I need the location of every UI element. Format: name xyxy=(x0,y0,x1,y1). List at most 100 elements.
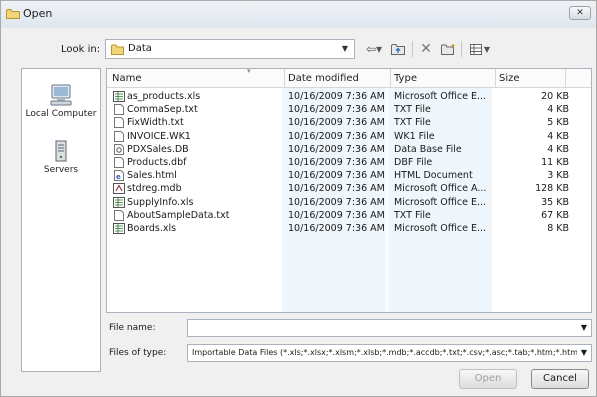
file-row[interactable]: FixWidth.txt 10/16/2009 7:36 AM TXT File 5 … xyxy=(107,116,591,129)
file-type: HTML Document xyxy=(394,170,473,182)
column-header-date[interactable]: Date modified xyxy=(284,69,390,88)
file-name: PDXSales.DB xyxy=(127,143,189,155)
column-header-name[interactable]: Name xyxy=(107,69,284,88)
column-header-label: Date modified xyxy=(288,73,359,84)
cancel-button-label: Cancel xyxy=(543,373,577,384)
file-type-value: Importable Data Files (*.xls;*.xlsx;*.xl… xyxy=(192,348,577,357)
file-date: 10/16/2009 7:36 AM xyxy=(288,143,385,155)
file-row[interactable]: e Sales.html 10/16/2009 7:36 AM HTML Docume… xyxy=(107,169,591,182)
file-name: SupplyInfo.xls xyxy=(127,196,194,208)
file-name: stdreg.mdb xyxy=(127,183,182,195)
file-size: 67 KB xyxy=(541,209,569,221)
file-name: Products.dbf xyxy=(127,157,187,168)
up-folder-button[interactable] xyxy=(389,39,407,59)
excel-file-icon xyxy=(113,91,125,102)
generic-file-icon xyxy=(113,130,125,142)
file-row[interactable]: INVOICE.WK1 10/16/2009 7:36 AM WK1 File 4 K… xyxy=(107,130,591,143)
file-row[interactable]: Boards.xls 10/16/2009 7:36 AM Microsoft Of… xyxy=(107,222,591,235)
file-row[interactable]: PDXSales.DB 10/16/2009 7:36 AM Data Base F… xyxy=(107,143,591,156)
file-size: 3 KB xyxy=(547,170,569,182)
file-type: TXT File xyxy=(394,104,431,116)
sort-arrow-icon: ▾ xyxy=(247,68,251,75)
file-name-label: File name: xyxy=(109,323,156,333)
computer-icon xyxy=(50,84,72,106)
up-folder-icon xyxy=(391,44,405,55)
database-file-icon xyxy=(113,143,125,155)
file-name: CommaSep.txt xyxy=(127,104,198,116)
place-label: Servers xyxy=(43,165,79,175)
close-button[interactable]: ✕ xyxy=(569,6,591,20)
toolbar-separator xyxy=(412,41,413,57)
file-name: Sales.html xyxy=(127,170,177,182)
place-local-computer[interactable]: Local Computer xyxy=(22,83,100,119)
look-in-value: Data xyxy=(128,43,152,54)
svg-text:e: e xyxy=(116,173,121,181)
file-size: 4 KB xyxy=(547,143,569,155)
text-file-icon xyxy=(113,104,125,116)
column-header-empty xyxy=(565,69,591,88)
open-dialog: Open ✕ Look in: Data ▼ ⇦▾ ✕ ▼ Local Comp… xyxy=(0,0,597,397)
file-row[interactable]: SupplyInfo.xls 10/16/2009 7:36 AM Microsof… xyxy=(107,196,591,209)
access-file-icon xyxy=(113,183,125,195)
column-header-size[interactable]: Size xyxy=(495,69,565,88)
column-header-label: Name xyxy=(112,73,142,84)
file-type-dropdown[interactable]: Importable Data Files (*.xls;*.xlsx;*.xl… xyxy=(187,344,592,362)
file-row[interactable]: CommaSep.txt 10/16/2009 7:36 AM TXT File 4 … xyxy=(107,103,591,116)
new-folder-icon xyxy=(440,44,454,55)
text-file-icon xyxy=(113,117,125,129)
chevron-down-icon[interactable]: ▼ xyxy=(581,348,587,357)
file-row[interactable]: stdreg.mdb 10/16/2009 7:36 AM Microsoft Of… xyxy=(107,182,591,195)
place-servers[interactable]: Servers xyxy=(22,139,100,175)
file-size: 5 KB xyxy=(547,117,569,129)
file-date: 10/16/2009 7:36 AM xyxy=(288,209,385,221)
file-date: 10/16/2009 7:36 AM xyxy=(288,183,385,195)
file-type: TXT File xyxy=(394,117,431,129)
file-name: as_products.xls xyxy=(127,91,201,102)
text-file-icon xyxy=(113,209,125,221)
excel-file-icon xyxy=(113,196,125,208)
delete-button[interactable]: ✕ xyxy=(417,39,435,59)
window-title: Open xyxy=(23,7,53,20)
folder-icon xyxy=(6,9,20,19)
file-date: 10/16/2009 7:36 AM xyxy=(288,223,385,234)
open-button-label: Open xyxy=(474,373,502,384)
chevron-down-icon[interactable]: ▼ xyxy=(581,323,587,332)
file-size: 4 KB xyxy=(547,130,569,142)
new-folder-button[interactable] xyxy=(439,39,457,59)
places-bar: Local Computer Servers xyxy=(21,68,101,372)
back-icon: ⇦▾ xyxy=(365,42,383,56)
file-type: WK1 File xyxy=(394,130,435,142)
file-row[interactable]: as_products.xls 10/16/2009 7:36 AM Microso… xyxy=(107,90,591,103)
open-button[interactable]: Open xyxy=(459,369,517,389)
file-type: DBF File xyxy=(394,157,433,168)
file-size: 11 KB xyxy=(541,157,569,168)
column-header-type[interactable]: Type xyxy=(390,69,495,88)
file-type: Microsoft Office E... xyxy=(394,223,487,234)
column-header-label: Size xyxy=(499,73,520,84)
chevron-down-icon: ▼ xyxy=(483,44,491,54)
chevron-down-icon[interactable]: ▼ xyxy=(342,44,348,53)
html-file-icon: e xyxy=(113,170,125,182)
views-button[interactable]: ▼ xyxy=(465,39,495,59)
file-date: 10/16/2009 7:36 AM xyxy=(288,130,385,142)
back-button[interactable]: ⇦▾ xyxy=(361,39,387,59)
file-size: 4 KB xyxy=(547,104,569,116)
place-label: Local Computer xyxy=(25,109,97,119)
file-size: 8 KB xyxy=(547,223,569,234)
excel-file-icon xyxy=(113,223,125,234)
folder-icon xyxy=(111,44,124,55)
file-type: Microsoft Office E... xyxy=(394,196,487,208)
file-size: 20 KB xyxy=(541,91,569,102)
file-row[interactable]: Products.dbf 10/16/2009 7:36 AM DBF File 11… xyxy=(107,156,591,169)
delete-icon: ✕ xyxy=(420,41,432,57)
file-date: 10/16/2009 7:36 AM xyxy=(288,91,385,102)
file-name-input[interactable]: ▼ xyxy=(187,319,592,337)
cancel-button[interactable]: Cancel xyxy=(531,369,589,389)
file-type-label: Files of type: xyxy=(109,348,167,358)
file-row[interactable]: AboutSampleData.txt 10/16/2009 7:36 AM TXT… xyxy=(107,209,591,222)
look-in-dropdown[interactable]: Data ▼ xyxy=(105,39,355,59)
file-date: 10/16/2009 7:36 AM xyxy=(288,170,385,182)
server-icon xyxy=(55,140,67,162)
file-list[interactable]: Name Date modified Type Size ▾ as_produc… xyxy=(106,68,592,313)
title-bar[interactable]: Open ✕ xyxy=(1,1,596,28)
